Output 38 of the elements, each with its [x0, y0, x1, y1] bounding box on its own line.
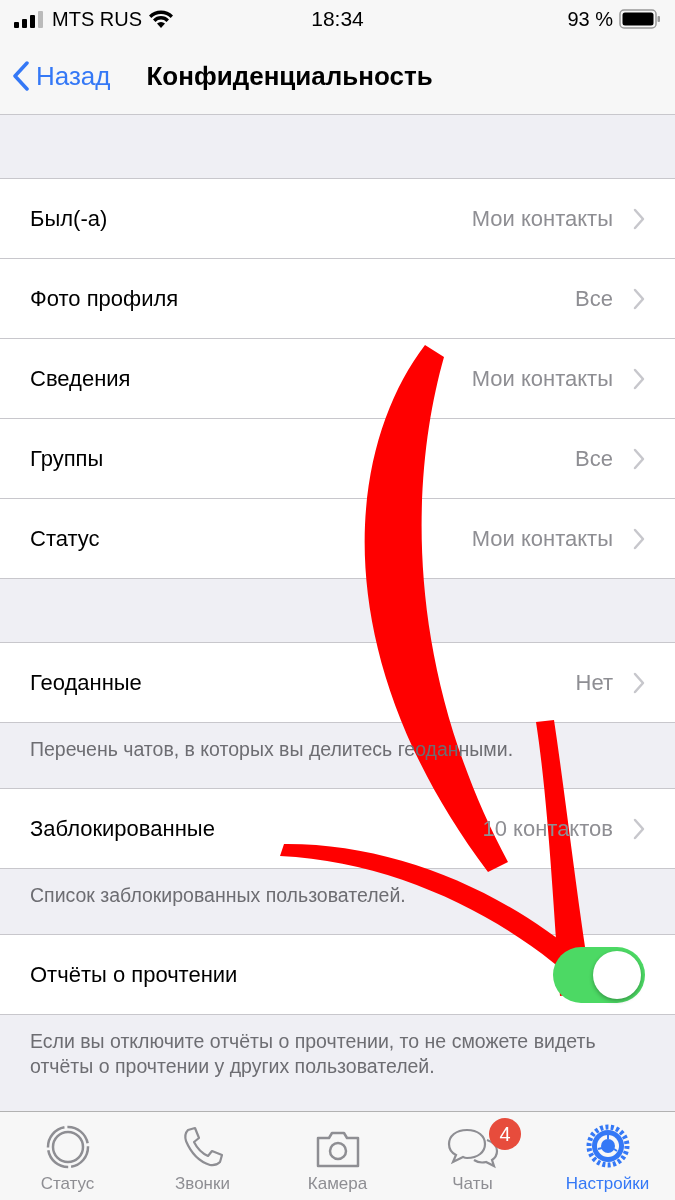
row-label[interactable]: Отчёты о прочтении [30, 961, 553, 988]
row-value: Мои контакты [471, 525, 613, 552]
chat-icon [446, 1126, 499, 1170]
back-button[interactable]: Назад [12, 60, 111, 92]
status-icon [44, 1124, 91, 1170]
row-value: Мои контакты [471, 365, 613, 392]
chevron-icon [633, 447, 645, 470]
clock-time: 18:34 [311, 7, 364, 31]
back-chevron-icon [12, 61, 30, 91]
battery-icon [619, 9, 661, 29]
section-footer-text: Если вы отключите отчёты о прочтении, то не сможете видеть отчёты о прочтении у других пользователей. [30, 1030, 596, 1077]
battery-percent: 93 % [567, 7, 613, 31]
signal-icon [14, 10, 46, 28]
tab-item[interactable]: Настройки [540, 1112, 675, 1200]
chevron-icon [633, 527, 645, 550]
chevron-icon [633, 817, 645, 840]
row-value: Все [575, 445, 613, 472]
section-footer-text: Список заблокированных пользователей. [30, 884, 406, 906]
row-label[interactable]: Был(-а) [30, 205, 472, 232]
chevron-icon [633, 207, 645, 230]
wifi-icon [148, 9, 174, 29]
row-label[interactable]: Группы [30, 445, 576, 472]
row-value: Все [575, 285, 613, 312]
chevron-icon [633, 287, 645, 310]
row-value: Нет [575, 669, 613, 696]
screen-title: Конфиденциальность [146, 60, 433, 92]
row-label[interactable]: Геоданные [30, 669, 576, 696]
row-label[interactable]: Статус [30, 525, 472, 552]
carrier-name: MTS RUS [52, 7, 142, 31]
tab-item[interactable]: Чаты 4 [405, 1112, 540, 1200]
row-label[interactable]: Заблокированные [30, 815, 483, 842]
row-label[interactable]: Фото профиля [30, 285, 576, 312]
chevron-icon [633, 671, 645, 694]
toggle-switch[interactable] [553, 946, 645, 1003]
unread-badge: 4 [489, 1118, 521, 1150]
row-value: Мои контакты [471, 205, 613, 232]
chevron-icon [633, 367, 645, 390]
row-label[interactable]: Сведения [30, 365, 472, 392]
